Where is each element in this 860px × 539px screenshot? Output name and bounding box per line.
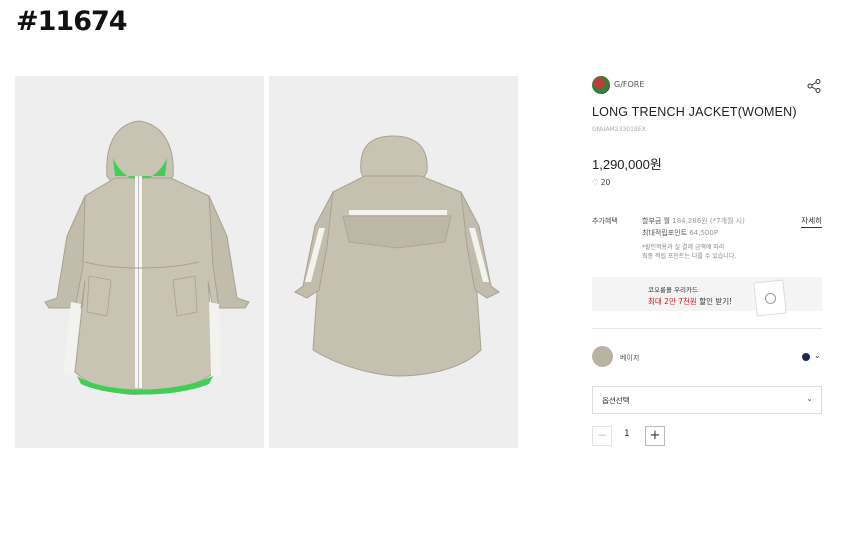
detail-link[interactable]: 자세히 (801, 215, 822, 228)
quantity-value[interactable]: 1 (624, 429, 630, 439)
heart-icon[interactable]: ♡ (592, 178, 599, 187)
jacket-front-illustration (44, 120, 250, 395)
points-text: 최대적립포인트 (642, 229, 688, 237)
brand-row: G/FORE (592, 76, 822, 96)
card-promo-banner[interactable]: 코오롱몰 우리카드 최대 2만 7천원 할인 받기! (592, 277, 822, 317)
chevron-down-icon[interactable]: ⌄ (814, 351, 821, 360)
color-name: 베이지 (620, 354, 640, 362)
installment-text: 할부금 월 (642, 217, 670, 225)
color-swatch-beige[interactable] (592, 346, 613, 367)
option-select-label: 옵션선택 (602, 396, 630, 405)
product-price: 1,290,000원 (592, 157, 662, 172)
points-amount: 64,500P (689, 229, 719, 237)
quantity-increase-button[interactable]: + (645, 426, 665, 446)
like-count-value: 20 (600, 178, 611, 187)
benefits-label: 추가혜택 (592, 217, 618, 225)
divider (592, 328, 822, 329)
product-image-back[interactable] (269, 76, 518, 448)
chevron-down-icon: ⌄ (806, 394, 813, 403)
brand-name[interactable]: G/FORE (614, 80, 644, 89)
banner-cta: 할인 받기! (699, 297, 733, 306)
product-image-front[interactable] (15, 76, 264, 448)
points-info: 최대적립포인트 64,500P (642, 228, 718, 238)
like-count[interactable]: ♡ 20 (592, 178, 610, 187)
benefits-note-2: 최종 적립 포인트는 다를 수 있습니다. (642, 253, 737, 260)
banner-line-2: 최대 2만 7천원 할인 받기! (648, 296, 732, 307)
color-swatch-navy[interactable] (802, 353, 810, 361)
share-icon[interactable] (806, 78, 822, 94)
jacket-back-illustration (294, 135, 500, 377)
installment-note: (*7개월 시) (709, 217, 745, 225)
banner-line-1: 코오롱몰 우리카드 (648, 286, 698, 294)
banner-discount: 최대 2만 7천원 (648, 297, 697, 306)
credit-card-image (753, 279, 787, 317)
installment-info: 할부금 월 184,286원 (*7개월 시) (642, 216, 745, 226)
listing-id: #11674 (16, 6, 128, 37)
installment-amount: 184,286원 (672, 217, 708, 225)
quantity-decrease-button[interactable]: − (592, 426, 612, 446)
benefits-note-1: *할인적용과 실 결제 금액에 따라 (642, 244, 725, 251)
option-select[interactable]: 옵션선택 ⌄ (592, 386, 822, 414)
brand-logo[interactable] (592, 76, 610, 94)
product-code: GNUAM23301BEX (592, 126, 646, 133)
product-title: LONG TRENCH JACKET(WOMEN) (592, 105, 797, 119)
